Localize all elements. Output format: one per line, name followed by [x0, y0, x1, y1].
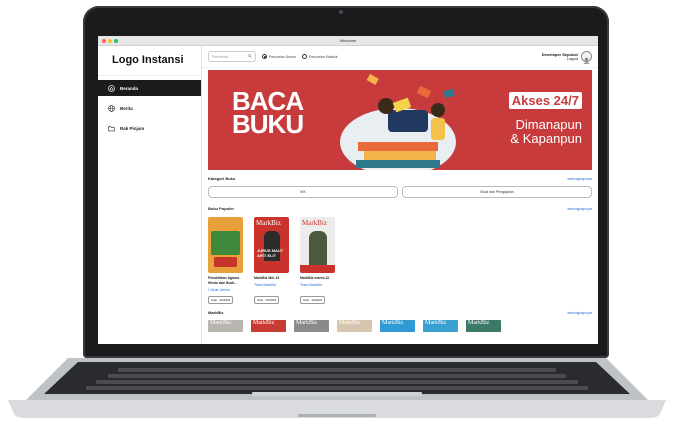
radio-label: Pencarian Katalok: [309, 54, 338, 59]
sidebar: Logo Instansi Beranda Berita Rak Pinjam: [98, 46, 202, 344]
window-title: Welcome: [339, 38, 357, 43]
book-cover[interactable]: [208, 217, 243, 273]
radio-pencarian-umum[interactable]: Pencarian Umum: [262, 54, 296, 59]
banner-tagline-1: Dimanapun: [515, 117, 583, 132]
globe-icon: [108, 104, 115, 112]
banner-text-buku: BUKU: [232, 109, 304, 139]
search-placeholder: Pencarian: [212, 54, 228, 59]
section-title: Kategori Buku: [208, 176, 236, 181]
app-body: Logo Instansi Beranda Berita Rak Pinjam …: [98, 46, 598, 344]
banner-tagline: Dimanapun & Kapanpun: [510, 118, 582, 146]
radio-label: Pencarian Umum: [269, 54, 297, 59]
see-all-link[interactable]: selengkapnya: [567, 310, 592, 315]
sidebar-item-label: Beranda: [120, 85, 139, 91]
banner-tagline-2: & Kapanpun: [510, 131, 582, 146]
book-cover[interactable]: MarkBiz: [300, 217, 335, 273]
book-stock-badge: Stok : 10/2024: [300, 296, 326, 304]
home-icon: [108, 84, 115, 92]
magazine-thumbnail[interactable]: MarkBiz: [208, 320, 243, 332]
book-cover[interactable]: MarkBiz JURUS MAUT ARTI ELIT: [254, 217, 289, 273]
search-icon: [248, 54, 252, 59]
section-title: Buku Populer: [208, 206, 235, 211]
book-card[interactable]: MarkBiz JURUS MAUT ARTI ELIT MarkBiz Mei-…: [254, 217, 292, 304]
main-content: Pencarian Pencarian Umum Pencarian Katal…: [202, 46, 598, 344]
user-menu[interactable]: Developer Sepuluh Logout: [542, 51, 592, 64]
logout-link[interactable]: Logout: [542, 57, 578, 61]
window-titlebar: Welcome: [98, 36, 598, 46]
popular-section: Buku Populer selengkapnya Pendidikan Aga…: [202, 206, 598, 304]
book-title: Pendidikan Agama Hindu dan Budi...: [208, 276, 240, 285]
window-controls: [102, 39, 118, 43]
book-stock-badge: Stok : 10/2024: [208, 296, 234, 304]
app-logo: Logo Instansi: [98, 50, 201, 76]
webcam: [339, 10, 343, 14]
radio-selected-icon: [262, 54, 267, 59]
category-pill-studi[interactable]: Studi dan Pengajaran: [402, 186, 592, 198]
sidebar-item-rak-pinjam[interactable]: Rak Pinjam: [98, 120, 201, 136]
book-stock-badge: Stok : 10/2024: [254, 296, 280, 304]
section-title: MarkBiz: [208, 310, 224, 315]
folder-icon: [108, 125, 115, 132]
book-author[interactable]: Team MarkBiz: [254, 283, 292, 287]
search-input[interactable]: Pencarian: [208, 51, 256, 62]
book-title: MarkBiz Mei-13: [254, 276, 280, 280]
sidebar-item-beranda[interactable]: Beranda: [98, 80, 201, 96]
radio-unselected-icon: [302, 54, 308, 59]
book-card[interactable]: MarkBiz MarkBiz maret-13 Team MarkBiz St…: [300, 217, 338, 304]
magazine-thumbnail[interactable]: MarkBiz: [466, 320, 501, 332]
category-pill-ikk[interactable]: IKK: [208, 186, 398, 198]
book-title: MarkBiz maret-13: [300, 276, 329, 280]
sidebar-item-label: Rak Pinjam: [120, 125, 145, 131]
see-all-link[interactable]: selengkapnya: [567, 206, 592, 211]
top-bar: Pencarian Pencarian Umum Pencarian Katal…: [202, 46, 598, 68]
hero-banner[interactable]: BACA BUKU Akses 24/7 Dimanapun & Kapanpu…: [208, 70, 592, 170]
category-section: Kategori Buku selengkapnya IKK Studi dan…: [202, 176, 598, 198]
magazine-thumbnail[interactable]: MarkBiz: [337, 320, 372, 332]
banner-headline: BACA BUKU: [232, 88, 304, 139]
minimize-dot[interactable]: [108, 39, 112, 43]
radio-pencarian-katalok[interactable]: Pencarian Katalok: [302, 54, 337, 59]
magazine-thumbnail[interactable]: MarkBiz: [294, 320, 329, 332]
maximize-dot[interactable]: [114, 39, 118, 43]
book-author[interactable]: Team MarkBiz: [300, 283, 338, 287]
markbiz-section: MarkBiz selengkapnya MarkBiz MarkBiz MarkB…: [202, 310, 598, 332]
markbiz-carousel: MarkBiz MarkBiz MarkBiz MarkBiz MarkBiz MarkB…: [208, 320, 592, 332]
book-card[interactable]: Pendidikan Agama Hindu dan Budi... I Ged…: [208, 217, 246, 304]
laptop-base: [8, 358, 666, 418]
close-dot[interactable]: [102, 39, 106, 43]
book-author[interactable]: I Gede Jamon: [208, 288, 246, 292]
magazine-thumbnail[interactable]: MarkBiz: [251, 320, 286, 332]
magazine-thumbnail[interactable]: MarkBiz: [380, 320, 415, 332]
avatar[interactable]: [581, 51, 592, 64]
sidebar-item-berita[interactable]: Berita: [98, 100, 201, 116]
magazine-thumbnail[interactable]: MarkBiz: [423, 320, 458, 332]
banner-badge: Akses 24/7: [508, 92, 582, 109]
laptop-screen: Welcome Logo Instansi Beranda Berita Rak…: [98, 36, 598, 344]
laptop-scene: Welcome Logo Instansi Beranda Berita Rak…: [0, 0, 674, 428]
reading-illustration: [340, 73, 456, 170]
see-all-link[interactable]: selengkapnya: [567, 176, 592, 181]
sidebar-item-label: Berita: [120, 105, 133, 111]
